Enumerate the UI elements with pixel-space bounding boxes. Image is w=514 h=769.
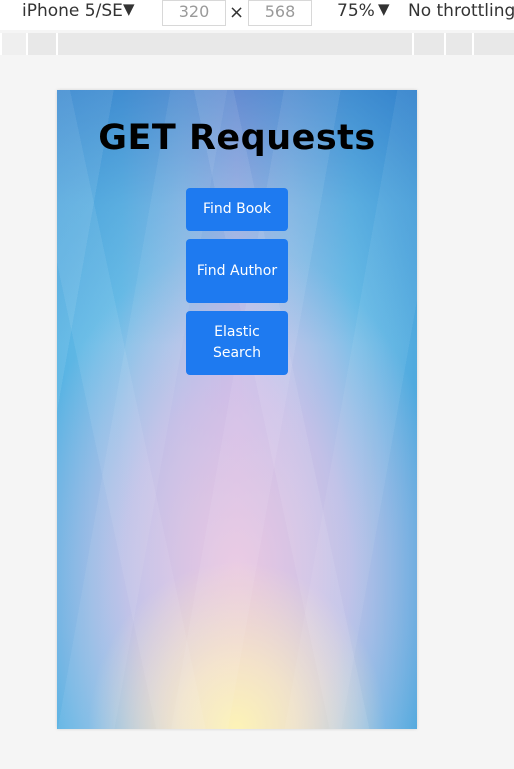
ruler-divider <box>412 33 414 55</box>
find-author-button[interactable]: Find Author <box>186 239 288 303</box>
background-overlay <box>57 90 417 729</box>
dimension-separator: × <box>229 2 245 23</box>
device-viewport: GET Requests Find Book Find Author Elast… <box>57 90 417 729</box>
device-dropdown-icon[interactable]: ▼ <box>123 0 135 18</box>
device-select[interactable]: iPhone 5/SE <box>22 1 123 21</box>
ruler-segment[interactable] <box>0 33 26 55</box>
media-query-ruler[interactable] <box>0 33 514 55</box>
ruler-divider <box>472 33 474 55</box>
viewport-width-input[interactable]: 320 <box>162 0 226 26</box>
throttling-select[interactable]: No throttling <box>408 1 514 21</box>
page-title: GET Requests <box>98 118 376 158</box>
elastic-search-button[interactable]: Elastic Search <box>186 311 288 375</box>
zoom-dropdown-icon[interactable]: ▼ <box>378 0 390 18</box>
ruler-divider <box>444 33 446 55</box>
device-toolbar: iPhone 5/SE ▼ 320 × 568 75% ▼ No throttl… <box>0 0 514 30</box>
ruler-divider <box>56 33 58 55</box>
viewport-height-input[interactable]: 568 <box>248 0 312 26</box>
button-column: Find Book Find Author Elastic Search <box>186 188 288 383</box>
find-book-button[interactable]: Find Book <box>186 188 288 231</box>
ruler-divider <box>26 33 28 55</box>
zoom-select[interactable]: 75% <box>337 1 375 21</box>
